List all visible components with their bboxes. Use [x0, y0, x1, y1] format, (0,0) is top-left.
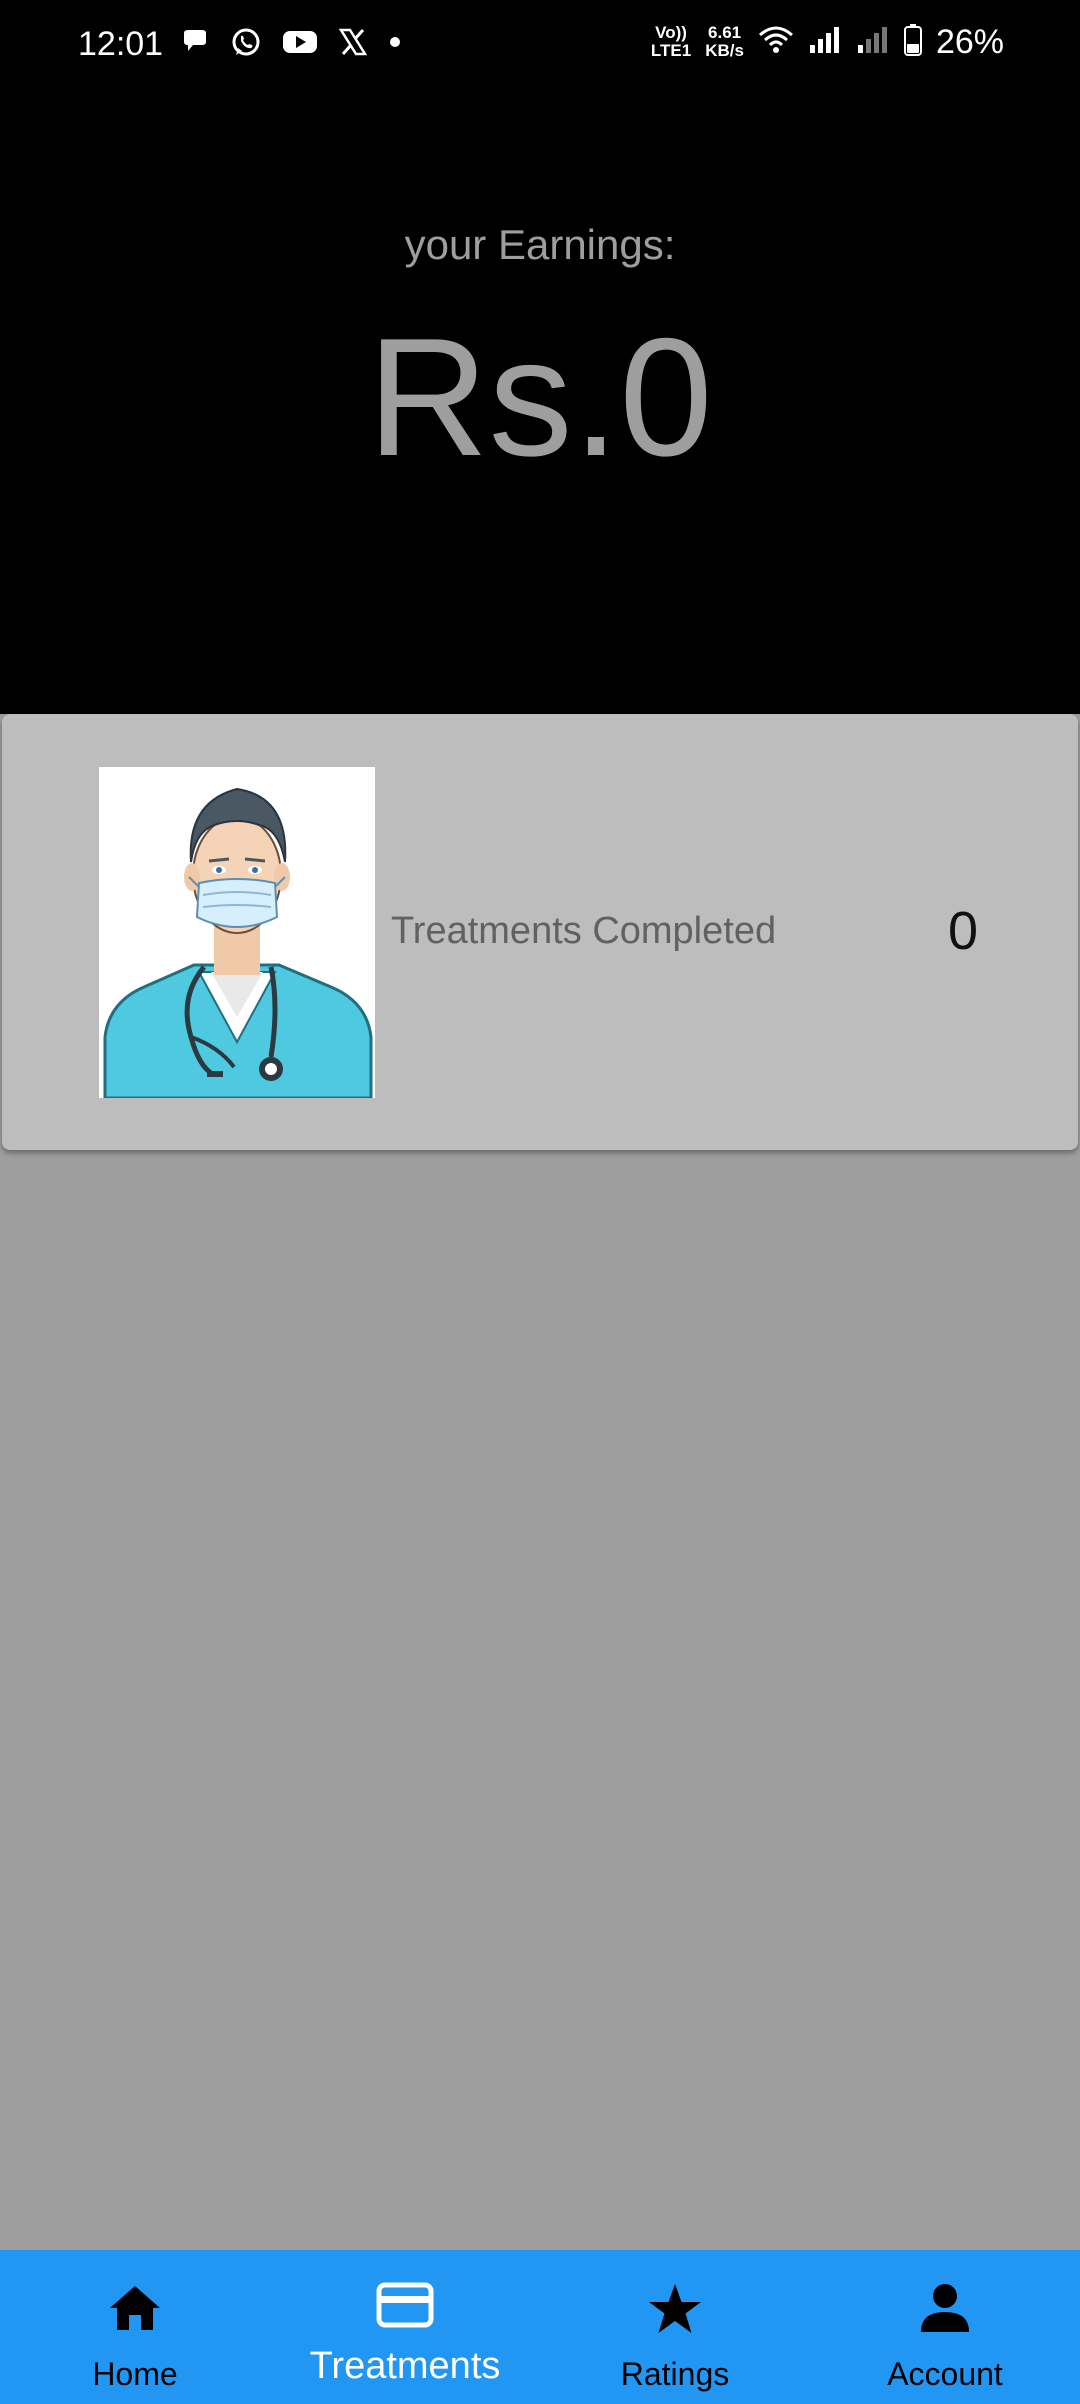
youtube-icon — [282, 28, 318, 56]
status-bar: 12:01 Vo)) LTE1 6.61 KB/s 26% — [0, 0, 1080, 90]
star-icon — [647, 2282, 703, 2336]
home-icon — [106, 2282, 164, 2332]
volte-bottom: LTE1 — [650, 41, 692, 60]
nav-home-label: Home — [92, 2356, 178, 2392]
nav-account-label: Account — [887, 2356, 1003, 2392]
doctor-illustration — [99, 767, 375, 1098]
nav-treatments-label: Treatments — [309, 2345, 501, 2387]
treatments-completed-count: 0 — [947, 901, 978, 961]
notification-icons — [180, 26, 402, 58]
status-time: 12:01 — [78, 25, 164, 63]
signal-icon — [808, 25, 842, 60]
dot-icon — [388, 35, 402, 49]
network-speed: 6.61 KB/s — [705, 24, 744, 60]
network-speed-value: 6.61 — [708, 23, 742, 42]
chat-icon — [180, 27, 210, 57]
card-icon — [376, 2282, 434, 2328]
bottom-navigation: Home Treatments Ratings Account — [0, 2250, 1080, 2404]
battery-icon — [903, 23, 922, 61]
battery-level: 26% — [935, 23, 1004, 61]
signal-weak-icon — [856, 25, 890, 60]
nav-account[interactable]: Account — [810, 2250, 1080, 2404]
earnings-label: your Earnings: — [404, 221, 676, 268]
wifi-icon — [758, 25, 794, 60]
whatsapp-icon — [230, 26, 262, 58]
person-icon — [919, 2282, 971, 2334]
x-icon — [338, 27, 368, 57]
treatments-completed-label: Treatments Completed — [391, 910, 777, 952]
system-status: Vo)) LTE1 6.61 KB/s 26% — [651, 20, 1004, 64]
nav-treatments[interactable]: Treatments — [270, 2250, 540, 2404]
network-speed-unit: KB/s — [705, 41, 744, 60]
nav-home[interactable]: Home — [0, 2250, 270, 2404]
earnings-header: your Earnings: Rs.0 — [0, 90, 1080, 714]
volte-indicator: Vo)) LTE1 — [651, 24, 691, 60]
earnings-amount: Rs.0 — [367, 303, 713, 491]
nav-ratings[interactable]: Ratings — [540, 2250, 810, 2404]
volte-top: Vo)) — [655, 23, 687, 42]
nav-ratings-label: Ratings — [620, 2356, 730, 2392]
treatments-card[interactable]: Treatments Completed 0 — [2, 714, 1078, 1150]
